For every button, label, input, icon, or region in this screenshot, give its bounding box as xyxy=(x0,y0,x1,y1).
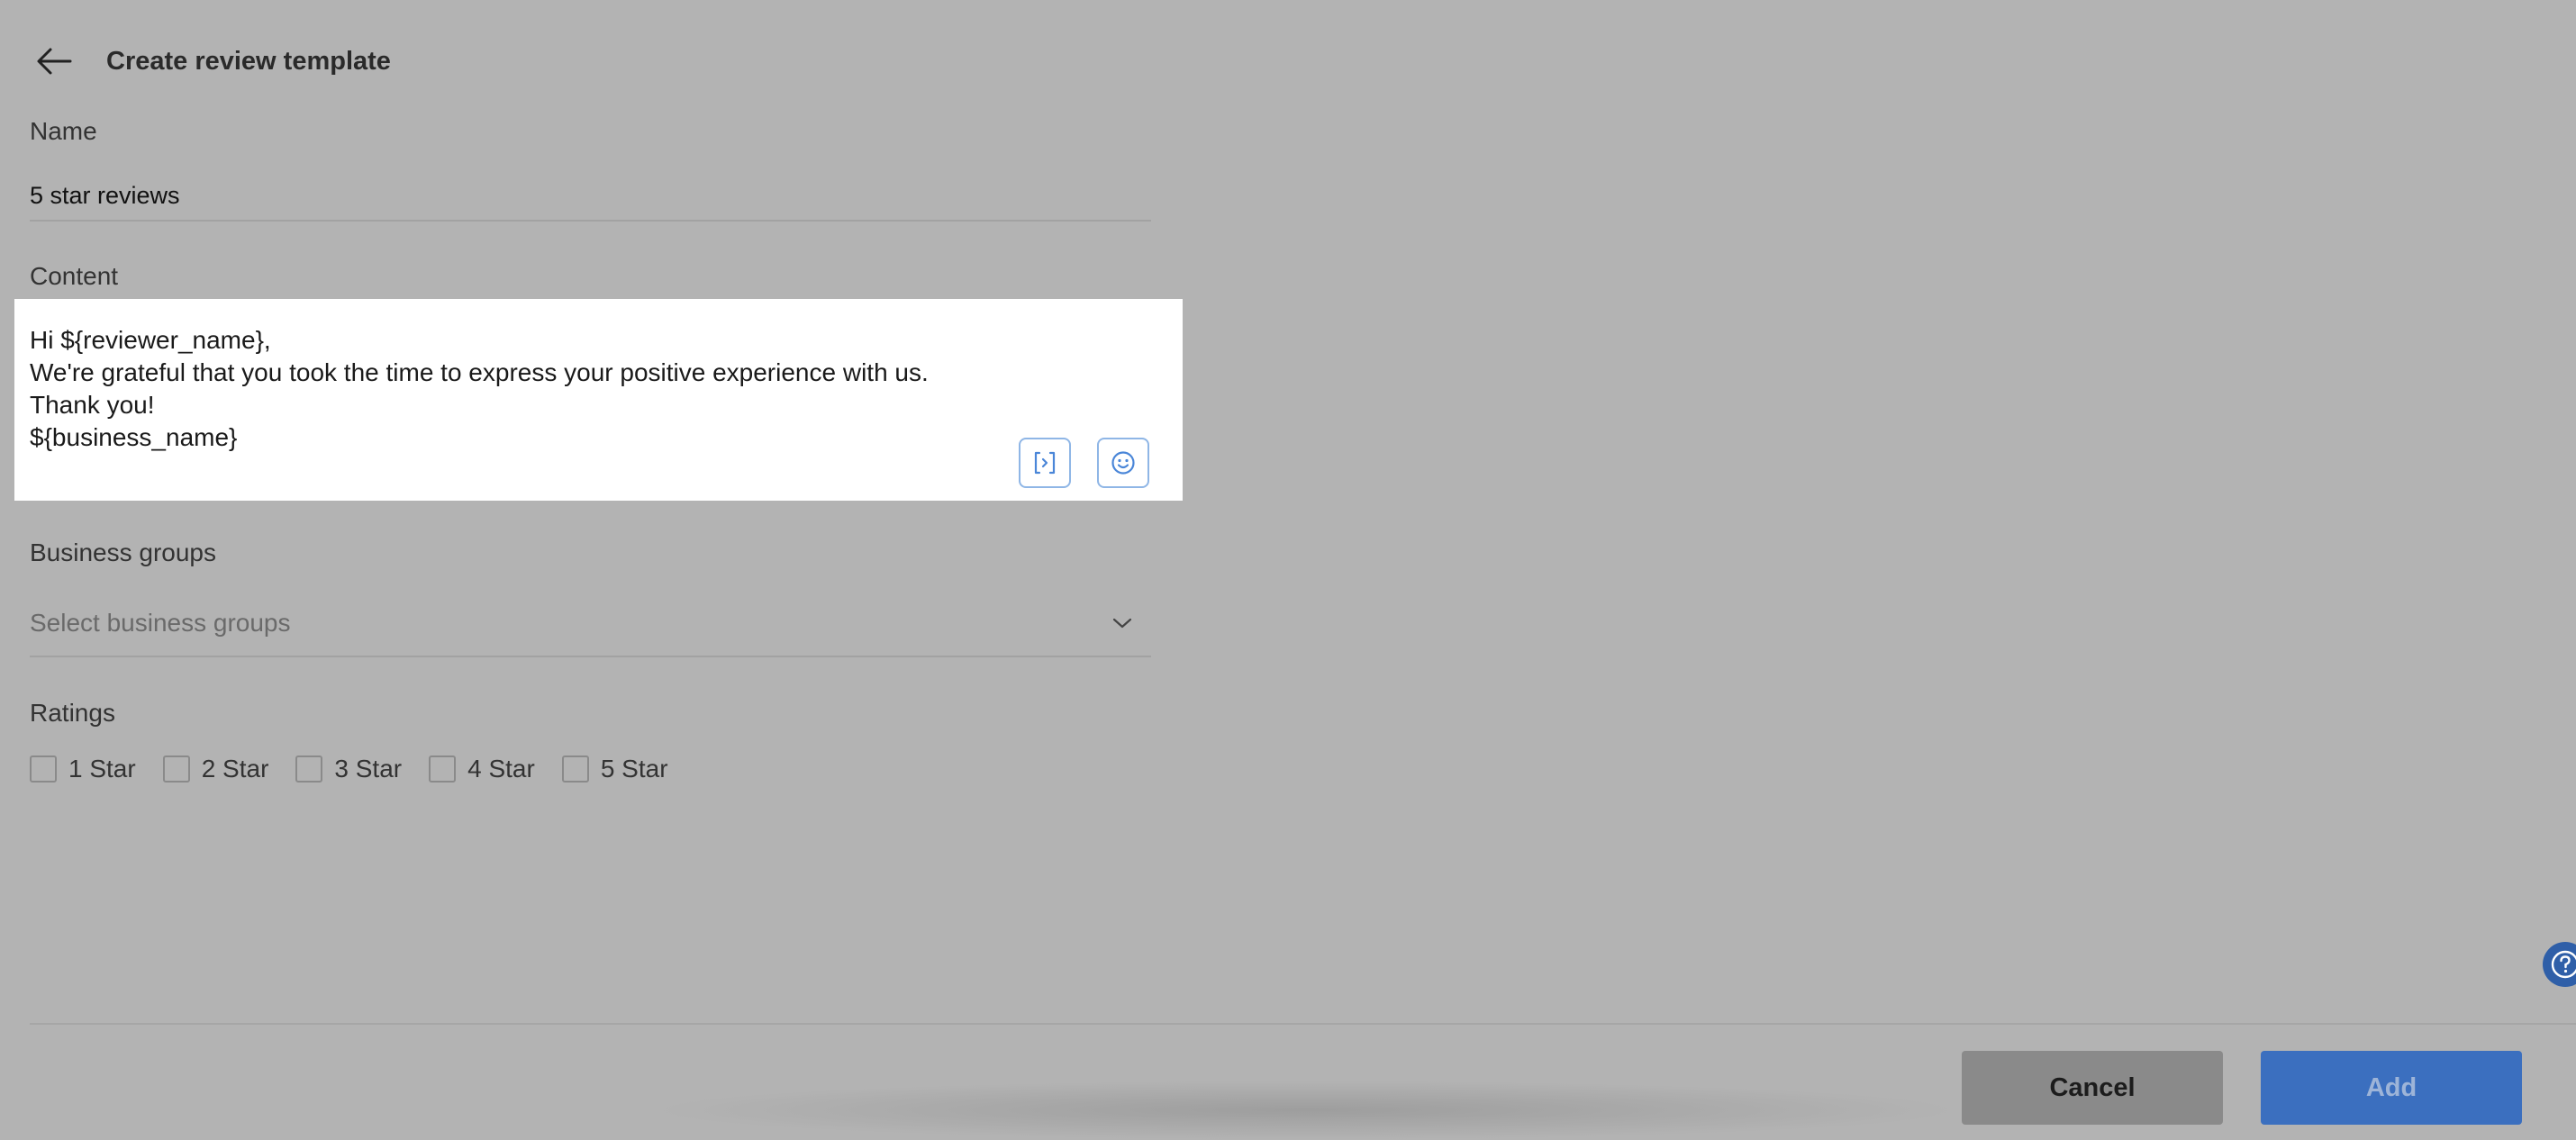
rating-option-5-star[interactable]: 5 Star xyxy=(561,755,668,783)
rating-option-label: 4 Star xyxy=(467,755,535,783)
ratings-label: Ratings xyxy=(30,699,115,727)
rating-checkbox[interactable] xyxy=(429,755,457,783)
create-review-template-page: Create review template Name Content Hi $… xyxy=(0,0,2576,1140)
content-line: We're grateful that you took the time to… xyxy=(30,358,929,386)
footer-divider xyxy=(30,1023,2576,1025)
arrow-left-icon xyxy=(37,48,72,75)
add-button[interactable]: Add xyxy=(2261,1051,2522,1125)
ratings-options: 1 Star 2 Star 3 Star 4 Star 5 Star xyxy=(30,755,695,783)
rating-option-2-star[interactable]: 2 Star xyxy=(162,755,269,783)
rating-option-label: 1 Star xyxy=(68,755,136,783)
content-line: Thank you! xyxy=(30,391,155,419)
rating-option-label: 3 Star xyxy=(334,755,403,783)
content-text[interactable]: Hi ${reviewer_name}, We're grateful that … xyxy=(30,324,1011,454)
content-label: Content xyxy=(30,262,119,290)
question-mark-icon xyxy=(2551,950,2576,979)
page-header: Create review template xyxy=(32,36,391,86)
code-variable-icon xyxy=(1034,451,1056,475)
rating-option-4-star[interactable]: 4 Star xyxy=(429,755,535,783)
name-label: Name xyxy=(30,117,97,145)
insert-emoji-button[interactable] xyxy=(1097,438,1149,488)
footer-shadow xyxy=(649,1081,1964,1140)
rating-option-label: 5 Star xyxy=(600,755,668,783)
chevron-down-icon xyxy=(1111,617,1133,629)
help-button[interactable] xyxy=(2543,942,2576,987)
rating-option-1-star[interactable]: 1 Star xyxy=(30,755,136,783)
content-line: Hi ${reviewer_name}, xyxy=(30,326,271,354)
rating-checkbox[interactable] xyxy=(295,755,323,783)
rating-option-3-star[interactable]: 3 Star xyxy=(295,755,402,783)
cancel-button[interactable]: Cancel xyxy=(1962,1051,2223,1125)
name-input[interactable] xyxy=(30,171,1151,222)
back-button[interactable] xyxy=(32,40,76,83)
business-groups-select[interactable]: Select business groups xyxy=(30,591,1151,657)
content-editor[interactable]: Hi ${reviewer_name}, We're grateful that … xyxy=(14,299,1183,501)
rating-checkbox[interactable] xyxy=(162,755,190,783)
page-title: Create review template xyxy=(106,46,391,76)
content-line: ${business_name} xyxy=(30,423,238,451)
smiley-icon xyxy=(1111,451,1135,475)
rating-option-label: 2 Star xyxy=(201,755,269,783)
rating-checkbox[interactable] xyxy=(561,755,589,783)
business-groups-placeholder: Select business groups xyxy=(30,609,291,637)
business-groups-label: Business groups xyxy=(30,538,217,566)
insert-variable-button[interactable] xyxy=(1019,438,1071,488)
rating-checkbox[interactable] xyxy=(30,755,57,783)
